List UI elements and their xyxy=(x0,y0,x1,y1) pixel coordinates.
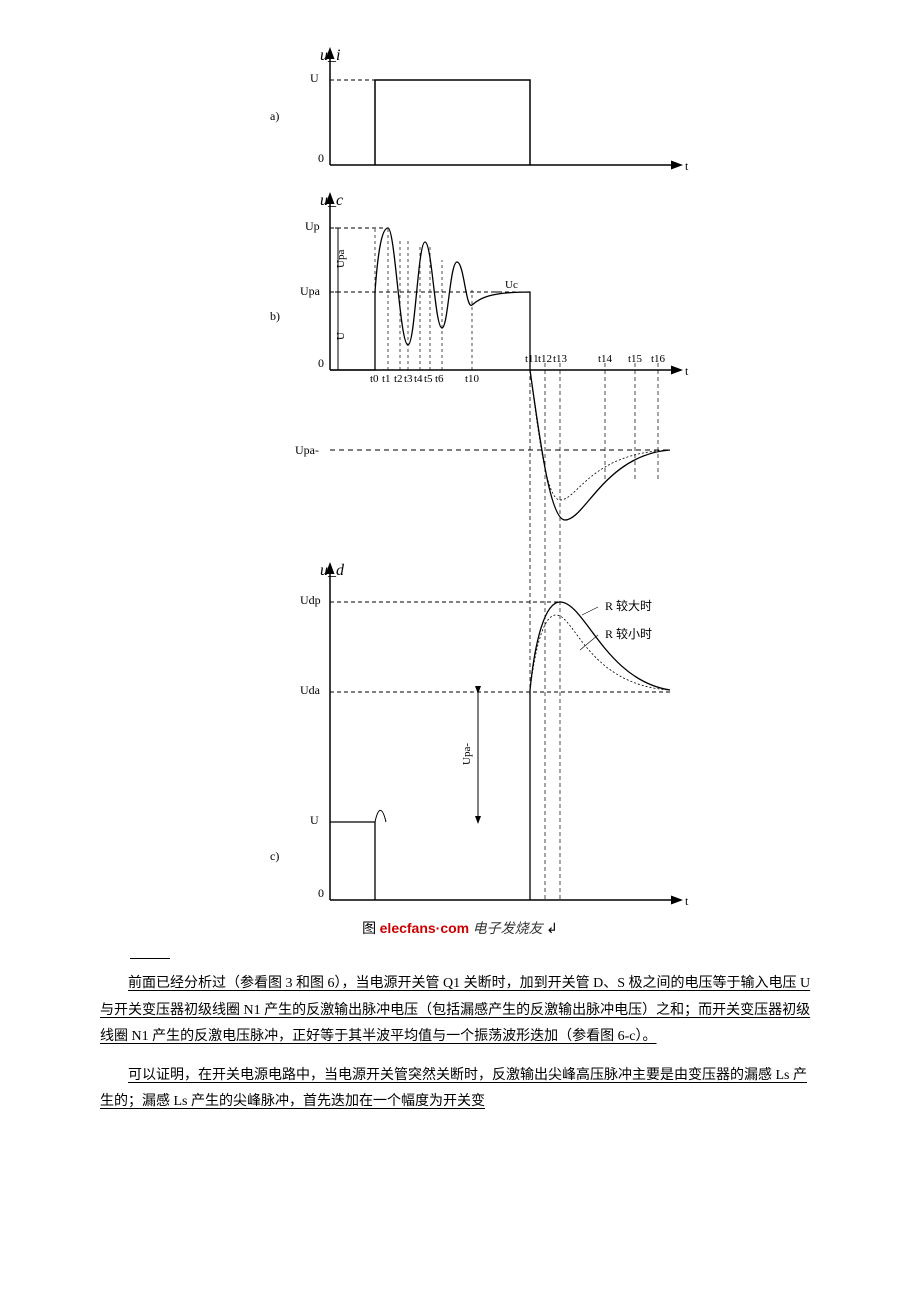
bracket-u: U xyxy=(335,332,347,340)
waveform-diagram: u_i t U 0 a) u_c t Up Upa 0 b) Upa U Uc xyxy=(210,40,710,938)
t0: t0 xyxy=(370,373,379,385)
panel-label-a: a) xyxy=(270,109,279,123)
tick-U-a: U xyxy=(310,71,319,85)
tick-U-c: U xyxy=(310,813,319,827)
caption-tag: 电子发烧友 xyxy=(473,922,543,937)
x-axis-label-a: t xyxy=(685,159,689,173)
t5: t5 xyxy=(424,373,433,385)
tick-Upa: Upa xyxy=(300,284,321,298)
t16: t16 xyxy=(651,353,666,365)
tick-Uda: Uda xyxy=(300,683,321,697)
tick-0-a: 0 xyxy=(318,151,324,165)
y-axis-label-b: u_c xyxy=(320,192,343,209)
figure-caption: 图 elecfans·com 电子发烧友 ↲ xyxy=(210,918,710,938)
paragraph-1: 前面已经分析过（参看图 3 和图 6），当电源开关管 Q1 关断时，加到开关管 … xyxy=(100,971,820,1051)
x-axis-label-b: t xyxy=(685,364,689,378)
t12: t12 xyxy=(538,353,552,365)
t10: t10 xyxy=(465,373,480,385)
anno-r-small: R 较小时 xyxy=(605,626,652,641)
p2-text: 可以证明，在开关电源电路中，当电源开关管突然关断时，反激输出尖峰高压脉冲主要是由… xyxy=(100,1068,807,1110)
t15: t15 xyxy=(628,353,643,365)
tick-Upa-: Upa- xyxy=(295,443,319,457)
bracket-upa-minus: Upa- xyxy=(461,743,473,765)
diagram-svg: u_i t U 0 a) u_c t Up Upa 0 b) Upa U Uc xyxy=(210,40,710,910)
uc-label: Uc xyxy=(505,279,518,291)
t2: t2 xyxy=(394,373,403,385)
caption-prefix: 图 xyxy=(362,922,376,937)
t3: t3 xyxy=(404,373,413,385)
x-axis-label-c: t xyxy=(685,894,689,908)
anno-r-large: R 较大时 xyxy=(605,598,652,613)
panel-a: u_i t U 0 a) xyxy=(270,47,689,173)
t13: t13 xyxy=(553,353,568,365)
tick-Up: Up xyxy=(305,219,320,233)
figure-block: u_i t U 0 a) u_c t Up Upa 0 b) Upa U Uc xyxy=(100,40,820,938)
bracket-upa: Upa xyxy=(335,250,347,268)
p1-text: 前面已经分析过（参看图 3 和图 6），当电源开关管 Q1 关断时，加到开关管 … xyxy=(100,976,810,1044)
caption-logo: elecfans·com xyxy=(380,920,469,936)
tick-0-b: 0 xyxy=(318,356,324,370)
tick-0-c: 0 xyxy=(318,886,324,900)
t11: t11 xyxy=(525,353,539,365)
panel-label-c: c) xyxy=(270,849,279,863)
panel-label-b: b) xyxy=(270,309,280,323)
t4: t4 xyxy=(414,373,423,385)
panel-b: u_c t Up Upa 0 b) Upa U Uc t0 t1 t2 t3 xyxy=(270,192,689,900)
tick-Udp: Udp xyxy=(300,593,321,607)
t6: t6 xyxy=(435,373,444,385)
paragraph-2: 可以证明，在开关电源电路中，当电源开关管突然关断时，反激输出尖峰高压脉冲主要是由… xyxy=(100,1063,820,1116)
y-axis-label-c: u_d xyxy=(320,562,345,579)
t1: t1 xyxy=(382,373,391,385)
t14: t14 xyxy=(598,353,613,365)
short-rule xyxy=(130,958,170,959)
panel-c: u_d t Udp Uda U 0 c) Upa- R 较大时 R 较小时 xyxy=(270,562,689,908)
